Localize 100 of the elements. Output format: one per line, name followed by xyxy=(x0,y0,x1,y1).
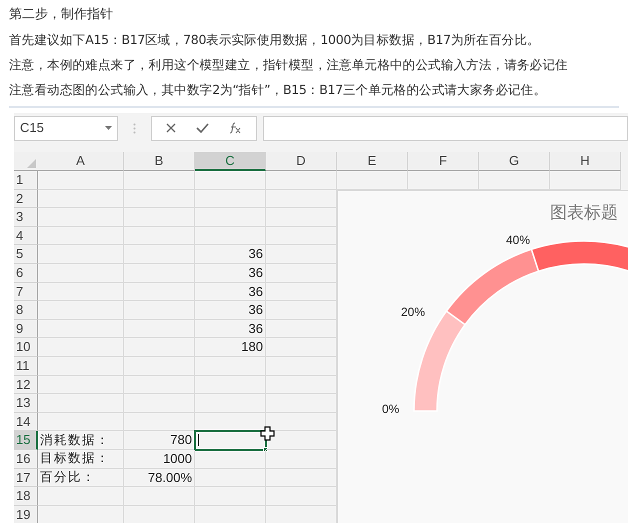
grid-cell[interactable] xyxy=(38,226,124,246)
grid-cell[interactable] xyxy=(124,301,195,320)
row-header[interactable]: 17 xyxy=(14,468,38,488)
column-header[interactable]: B xyxy=(124,152,195,171)
grid-cell[interactable] xyxy=(38,208,124,227)
cell-value: 36 xyxy=(248,245,263,264)
grid-cell[interactable]: 36 xyxy=(195,264,266,283)
grid-cell[interactable] xyxy=(124,356,195,376)
grid-cell[interactable] xyxy=(38,264,124,283)
grid-cell[interactable] xyxy=(195,226,266,246)
grid-cell[interactable] xyxy=(124,320,195,338)
grid-cell[interactable] xyxy=(195,208,266,227)
column-header[interactable]: F xyxy=(408,152,479,171)
row-header[interactable]: 8 xyxy=(14,301,38,320)
grid-cell[interactable]: 780 xyxy=(124,431,195,450)
grid-cell[interactable] xyxy=(195,487,266,506)
grid-cell[interactable] xyxy=(195,356,266,376)
grid-cell[interactable] xyxy=(38,338,124,357)
row-header[interactable]: 9 xyxy=(14,320,38,338)
grid-cell[interactable] xyxy=(195,376,266,394)
row-header[interactable]: 15 xyxy=(14,431,38,450)
grid-cell[interactable] xyxy=(124,487,195,506)
cell-value: 百分比： xyxy=(40,468,96,486)
grid-cell[interactable]: 目标数据： xyxy=(38,450,124,468)
row-header[interactable]: 13 xyxy=(14,394,38,413)
grid-cell[interactable] xyxy=(38,412,124,432)
row-header[interactable]: 5 xyxy=(14,245,38,264)
grid-cell[interactable] xyxy=(124,245,195,264)
instruction-text: 首先建议如下A15：B17区域，780表示实际使用数据，1000为目标数据，B17为所在百分比。 xyxy=(9,31,541,49)
column-header[interactable]: D xyxy=(266,152,337,171)
grid-cell[interactable] xyxy=(195,171,266,190)
instruction-text: 注意，本例的难点来了，利用这个模型建立，指针模型，注意单元格中的公式输入方法，请务必记住 xyxy=(9,56,569,74)
grid-cell[interactable] xyxy=(124,171,195,190)
column-header[interactable]: G xyxy=(479,152,550,171)
instruction-text: 注意看动态图的公式输入，其中数字2为“指针”，B15：B17三个单元格的公式请大家务必记住。 xyxy=(9,81,548,99)
grid-cell[interactable] xyxy=(124,394,195,413)
grid-cell[interactable] xyxy=(38,245,124,264)
grid-cell[interactable] xyxy=(38,301,124,320)
row-header[interactable]: 19 xyxy=(14,506,38,523)
grid-cell[interactable]: 36 xyxy=(195,282,266,302)
row-header[interactable]: 16 xyxy=(14,450,38,468)
row-header[interactable]: 14 xyxy=(14,412,38,432)
row-header[interactable]: 6 xyxy=(14,264,38,283)
row-header[interactable]: 2 xyxy=(14,190,38,208)
row-header[interactable]: 3 xyxy=(14,208,38,227)
row-header[interactable]: 12 xyxy=(14,376,38,394)
grid-cell[interactable] xyxy=(124,264,195,283)
grid-cell[interactable]: 百分比： xyxy=(38,468,124,488)
step-heading: 第二步，制作指针 xyxy=(9,6,114,24)
text-cursor xyxy=(198,434,199,446)
grid-cell[interactable] xyxy=(124,338,195,357)
row-header[interactable]: 4 xyxy=(14,226,38,246)
row-header[interactable]: 7 xyxy=(14,282,38,302)
grid-cell[interactable] xyxy=(266,171,337,190)
grid-cell[interactable] xyxy=(124,412,195,432)
grid-cell[interactable] xyxy=(38,320,124,338)
grid-cell[interactable]: 78.00% xyxy=(124,468,195,488)
cell-value: 780 xyxy=(170,431,192,450)
grid-cell[interactable] xyxy=(124,226,195,246)
grid-cell[interactable]: 36 xyxy=(195,245,266,264)
row-header[interactable]: 1 xyxy=(14,171,38,190)
row-header[interactable]: 11 xyxy=(14,356,38,376)
grid-cell[interactable] xyxy=(38,356,124,376)
grid-cell[interactable] xyxy=(38,487,124,506)
formula-input[interactable] xyxy=(263,116,628,140)
cell-value: 180 xyxy=(241,338,263,356)
row-header[interactable]: 10 xyxy=(14,338,38,357)
column-header[interactable]: A xyxy=(38,152,124,171)
column-header[interactable]: C xyxy=(195,152,266,171)
name-box[interactable]: C15 xyxy=(14,116,118,140)
check-icon[interactable] xyxy=(196,123,209,133)
row-header[interactable]: 18 xyxy=(14,487,38,506)
grid-cell[interactable] xyxy=(195,190,266,208)
chart-title: 图表标题 xyxy=(550,202,618,225)
grid-cell[interactable] xyxy=(124,208,195,227)
cell-value: 78.00% xyxy=(148,468,192,487)
grid-cell[interactable] xyxy=(38,394,124,413)
column-header[interactable]: E xyxy=(337,152,408,171)
cross-cursor-icon xyxy=(260,426,275,442)
cell-value: 36 xyxy=(248,282,263,301)
cell-value: 目标数据： xyxy=(40,449,110,468)
function-icon[interactable] xyxy=(229,122,242,134)
grid-cell[interactable] xyxy=(38,171,124,190)
cancel-icon[interactable] xyxy=(166,123,176,133)
grid-cell[interactable] xyxy=(195,468,266,488)
grid-cell[interactable]: 1000 xyxy=(124,450,195,468)
grid-cell[interactable] xyxy=(38,190,124,208)
grid-cell[interactable] xyxy=(124,282,195,302)
grid-cell[interactable] xyxy=(124,190,195,208)
grid-cell[interactable]: 36 xyxy=(195,301,266,320)
grid-cell[interactable]: 36 xyxy=(195,320,266,338)
grid-cell[interactable] xyxy=(195,450,266,468)
fill-handle[interactable] xyxy=(263,446,268,452)
grid-cell[interactable] xyxy=(38,376,124,394)
grid-cell[interactable]: 180 xyxy=(195,338,266,357)
grid-cell[interactable]: 消耗数据： xyxy=(38,431,124,450)
column-header[interactable]: H xyxy=(550,152,621,171)
grid-cell[interactable] xyxy=(195,394,266,413)
grid-cell[interactable] xyxy=(38,282,124,302)
grid-cell[interactable] xyxy=(124,376,195,394)
